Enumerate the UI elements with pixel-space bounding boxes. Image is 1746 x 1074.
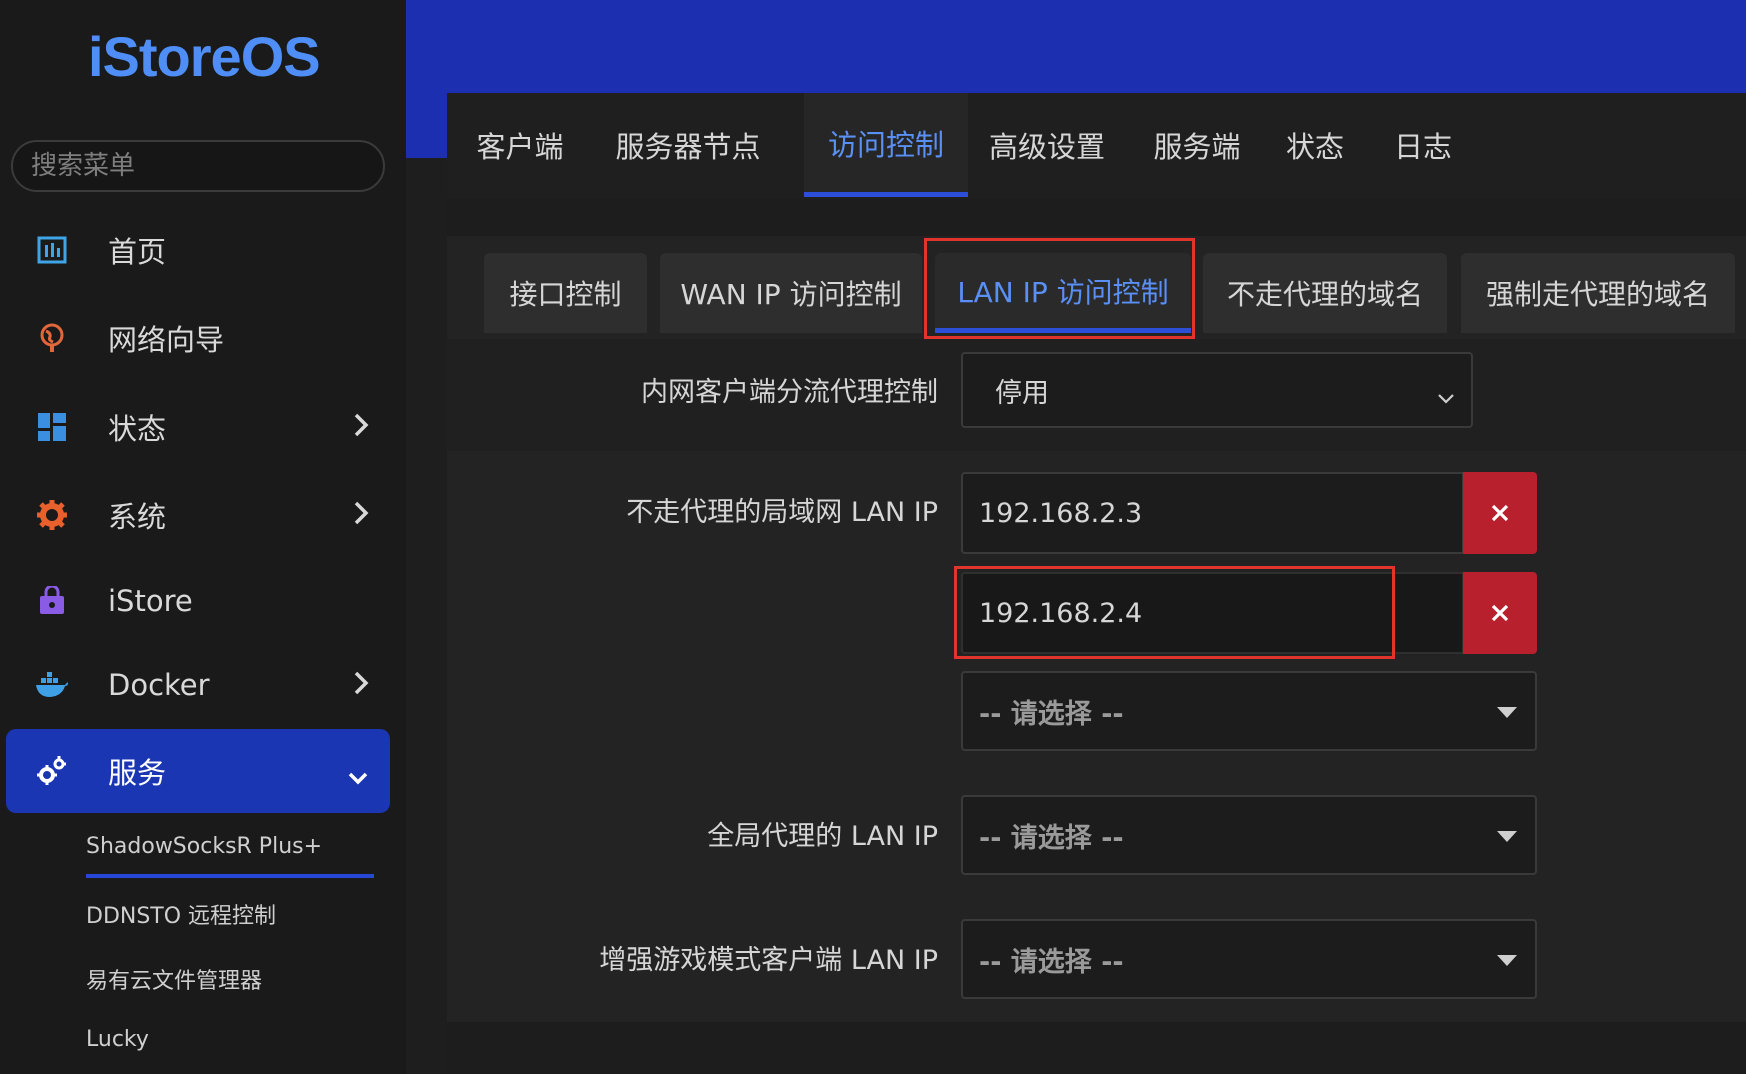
chevron-right-icon <box>352 411 370 446</box>
subtab-force-proxy-domains[interactable]: 强制走代理的域名 <box>1461 253 1735 333</box>
sidebar: iStoreOS 首页 网络向导 状态 系统 <box>0 0 406 1074</box>
tab-advanced-settings[interactable]: 高级设置 <box>987 93 1107 197</box>
nav-item-label: 服务 <box>108 756 167 790</box>
game-mode-lan-ip-select[interactable]: -- 请选择 -- <box>961 919 1537 999</box>
nav-item-label: iStore <box>108 584 193 618</box>
tab-access-control[interactable]: 访问控制 <box>804 93 968 197</box>
nav-item-istore[interactable]: iStore <box>6 559 390 643</box>
active-subnav-indicator <box>86 874 374 878</box>
split-control-label: 内网客户端分流代理控制 <box>641 377 938 408</box>
subtab-wan-ip-access-control[interactable]: WAN IP 访问控制 <box>660 253 922 333</box>
app-logo[interactable]: iStoreOS <box>88 24 321 89</box>
main-tabs: 客户端 服务器节点 访问控制 高级设置 服务端 状态 日志 <box>447 93 1746 199</box>
caret-down-icon <box>1497 955 1517 966</box>
tab-server[interactable]: 服务端 <box>1153 93 1241 197</box>
chevron-right-icon <box>352 669 370 704</box>
select-placeholder: -- 请选择 -- <box>979 822 1124 854</box>
split-control-value: 停用 <box>995 377 1049 409</box>
services-icon <box>30 749 74 793</box>
dashboard-icon <box>30 228 74 272</box>
gear-icon <box>30 493 74 537</box>
menu-search-input[interactable] <box>11 140 385 192</box>
subtab-interface-control[interactable]: 接口控制 <box>484 253 647 333</box>
chevron-down-icon <box>346 761 370 795</box>
tab-server-nodes[interactable]: 服务器节点 <box>615 93 761 197</box>
subnav-item-ddnsto[interactable]: DDNSTO 远程控制 <box>86 898 276 930</box>
nav-item-home[interactable]: 首页 <box>6 208 390 292</box>
subnav-item-ssr-plus[interactable]: ShadowSocksR Plus+ <box>86 834 322 859</box>
caret-down-icon <box>1497 707 1517 718</box>
bag-icon <box>30 579 74 623</box>
nav-item-docker[interactable]: Docker <box>6 643 390 727</box>
subnav-item-lucky[interactable]: Lucky <box>86 1027 149 1052</box>
caret-down-icon <box>1497 831 1517 842</box>
docker-icon <box>30 663 74 707</box>
bypass-ip-input-2[interactable] <box>961 572 1464 654</box>
tab-status[interactable]: 状态 <box>1284 93 1346 197</box>
close-icon <box>1491 604 1509 622</box>
select-placeholder: -- 请选择 -- <box>979 698 1124 730</box>
global-lan-ip-label: 全局代理的 LAN IP <box>707 821 938 852</box>
split-control-select[interactable]: 停用 <box>961 352 1473 428</box>
nav-item-network-wizard[interactable]: 网络向导 <box>6 296 390 380</box>
bypass-ip-input-1[interactable] <box>961 472 1464 554</box>
remove-ip-button-2[interactable] <box>1463 572 1537 654</box>
globe-icon <box>30 316 74 360</box>
subnav-item-yiyouyun[interactable]: 易有云文件管理器 <box>86 963 262 995</box>
nav-item-label: 首页 <box>108 235 167 269</box>
game-mode-lan-ip-label: 增强游戏模式客户端 LAN IP <box>599 945 938 976</box>
subtab-no-proxy-domains[interactable]: 不走代理的域名 <box>1203 253 1447 333</box>
bypass-ip-add-select[interactable]: -- 请选择 -- <box>961 671 1537 751</box>
tab-client[interactable]: 客户端 <box>475 93 565 197</box>
nav-item-label: 网络向导 <box>108 323 225 357</box>
nav-item-label: Docker <box>108 668 210 702</box>
nav-item-system[interactable]: 系统 <box>6 473 390 557</box>
nav-item-services[interactable]: 服务 <box>6 729 390 813</box>
grid-icon <box>30 405 74 449</box>
select-placeholder: -- 请选择 -- <box>979 946 1124 978</box>
nav-item-label: 状态 <box>108 412 167 446</box>
tab-logs[interactable]: 日志 <box>1392 93 1454 197</box>
chevron-down-icon <box>1437 382 1455 413</box>
remove-ip-button-1[interactable] <box>1463 472 1537 554</box>
bypass-lan-ip-label: 不走代理的局域网 LAN IP <box>626 497 938 528</box>
global-lan-ip-select[interactable]: -- 请选择 -- <box>961 795 1537 875</box>
nav-item-label: 系统 <box>108 500 167 534</box>
subtab-lan-ip-access-control[interactable]: LAN IP 访问控制 <box>935 253 1191 333</box>
chevron-right-icon <box>352 499 370 534</box>
close-icon <box>1491 504 1509 522</box>
nav-item-status[interactable]: 状态 <box>6 385 390 469</box>
